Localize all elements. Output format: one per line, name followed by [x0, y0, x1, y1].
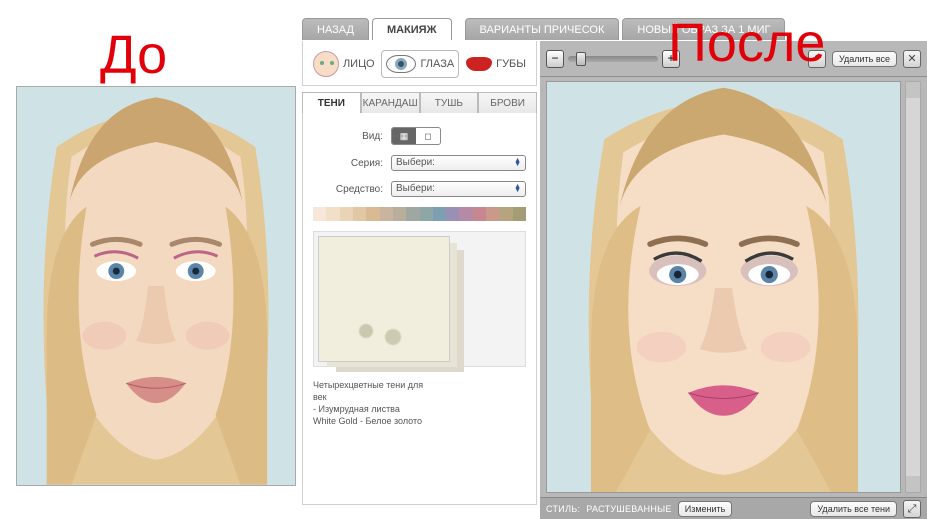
preview-status-bar: СТИЛЬ: РАСТУШЕВАННЫЕ Изменить Удалить вс… [540, 497, 927, 519]
feature-lips[interactable]: ГУБЫ [466, 51, 526, 77]
product-description: Четырехцветные тени для век - Изумрудная… [313, 379, 526, 428]
eye-subtabs: ТЕНИ КАРАНДАШ ТУШЬ БРОВИ [302, 92, 537, 115]
palette-swatch[interactable] [486, 207, 499, 221]
delete-all-button[interactable]: Удалить все [832, 51, 897, 67]
view-row: Вид: ▦ ◻ [313, 127, 526, 145]
preview-pane: − + ↶ Удалить все ✕ [540, 41, 927, 519]
after-photo[interactable] [546, 81, 901, 493]
palette-swatch[interactable] [499, 207, 512, 221]
swatch-preview[interactable] [313, 231, 526, 367]
vertical-scrollbar[interactable] [905, 81, 921, 493]
product-row: Средство: Выбери: ▲▼ [313, 181, 526, 197]
product-label: Средство: [313, 184, 383, 195]
close-button[interactable]: ✕ [903, 50, 921, 68]
palette-swatch[interactable] [513, 207, 526, 221]
chevrons-icon: ▲▼ [514, 185, 521, 193]
palette-swatch[interactable] [393, 207, 406, 221]
series-label: Серия: [313, 158, 383, 169]
view-grid-icon[interactable]: ▦ [392, 128, 416, 144]
subtab-brows[interactable]: БРОВИ [478, 92, 537, 114]
feature-face[interactable]: ЛИЦО [313, 51, 375, 77]
palette-swatch[interactable] [353, 207, 366, 221]
before-label: До [100, 24, 167, 86]
palette-swatch[interactable] [433, 207, 446, 221]
lips-icon [466, 57, 492, 71]
palette-swatch[interactable] [326, 207, 339, 221]
product-value: Выбери: [396, 182, 435, 196]
subtab-mascara[interactable]: ТУШЬ [420, 92, 479, 114]
style-value: РАСТУШЕВАННЫЕ [586, 504, 671, 514]
zoom-thumb[interactable] [576, 52, 586, 66]
expand-icon[interactable]: ⤢ [903, 500, 921, 518]
palette-swatch[interactable] [340, 207, 353, 221]
palette-swatch[interactable] [366, 207, 379, 221]
series-row: Серия: Выбери: ▲▼ [313, 155, 526, 171]
feature-selector: ЛИЦО ГЛАЗА ГУБЫ [302, 41, 537, 86]
product-select[interactable]: Выбери: ▲▼ [391, 181, 526, 197]
style-label: СТИЛЬ: [546, 504, 580, 514]
series-value: Выбери: [396, 156, 435, 170]
palette-swatch[interactable] [380, 207, 393, 221]
palette-swatch[interactable] [459, 207, 472, 221]
tab-makeup[interactable]: МАКИЯЖ [372, 18, 452, 40]
palette-swatch[interactable] [473, 207, 486, 221]
tab-hairstyles[interactable]: ВАРИАНТЫ ПРИЧЕСОК [465, 18, 620, 40]
tab-back[interactable]: НАЗАД [302, 18, 369, 40]
view-label: Вид: [313, 131, 383, 142]
palette-swatch[interactable] [446, 207, 459, 221]
feature-lips-label: ГУБЫ [496, 58, 526, 70]
chevrons-icon: ▲▼ [514, 159, 521, 167]
feature-eyes[interactable]: ГЛАЗА [382, 51, 458, 77]
series-select[interactable]: Выбери: ▲▼ [391, 155, 526, 171]
color-palette[interactable] [313, 207, 526, 221]
zoom-slider[interactable] [568, 56, 658, 62]
palette-swatch[interactable] [406, 207, 419, 221]
swatch-card [318, 236, 450, 362]
subtab-shadows[interactable]: ТЕНИ [302, 92, 361, 115]
after-label: После [668, 12, 825, 74]
face-after-illustration [547, 82, 900, 492]
zoom-controls: − + [546, 50, 680, 68]
options-panel: Вид: ▦ ◻ Серия: Выбери: ▲▼ Средство: Выб… [302, 113, 537, 505]
subtab-pencil[interactable]: КАРАНДАШ [361, 92, 420, 114]
feature-eyes-label: ГЛАЗА [420, 58, 454, 70]
palette-swatch[interactable] [420, 207, 433, 221]
zoom-out-button[interactable]: − [546, 50, 564, 68]
face-before-illustration [17, 87, 295, 485]
eye-icon [386, 55, 416, 73]
feature-face-label: ЛИЦО [343, 58, 375, 70]
view-toggle[interactable]: ▦ ◻ [391, 127, 441, 145]
delete-all-shadows-button[interactable]: Удалить все тени [810, 501, 897, 517]
top-tab-strip: НАЗАД МАКИЯЖ ВАРИАНТЫ ПРИЧЕСОК НОВЫЙ ОБР… [302, 18, 927, 40]
before-photo [16, 86, 296, 486]
view-single-icon[interactable]: ◻ [416, 128, 440, 144]
face-icon [313, 51, 339, 77]
palette-swatch[interactable] [313, 207, 326, 221]
change-style-button[interactable]: Изменить [678, 501, 733, 517]
